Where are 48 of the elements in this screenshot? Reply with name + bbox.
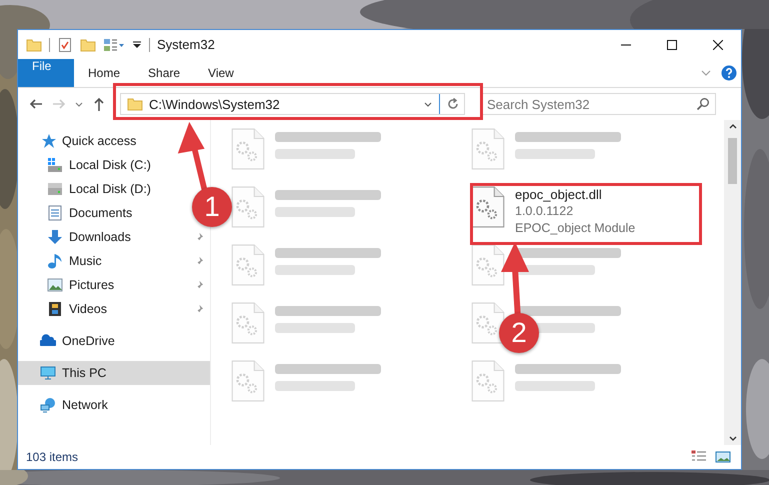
help-icon[interactable] <box>721 65 737 81</box>
expand-ribbon-icon[interactable] <box>701 68 711 78</box>
file-detail: 1.0.0.1122 <box>515 203 574 220</box>
file-name: epoc_object.dll <box>515 186 603 203</box>
nav-item[interactable]: Pictures <box>18 273 210 297</box>
nav-item[interactable]: Quick access <box>18 129 210 153</box>
cloud-icon <box>40 333 56 349</box>
view-dropdown-icon[interactable] <box>103 36 125 52</box>
item-count: 103 items <box>26 450 78 464</box>
music-icon <box>47 253 63 269</box>
nav-item[interactable]: Documents <box>18 201 136 225</box>
system-drive-icon <box>47 157 63 173</box>
ribbon-tab[interactable]: View <box>194 59 248 87</box>
properties-icon[interactable] <box>57 36 73 52</box>
network-icon <box>40 397 56 413</box>
downloads-icon <box>47 229 63 245</box>
star-icon <box>40 133 56 149</box>
nav-item[interactable]: This PC <box>18 361 210 385</box>
pictures-icon <box>47 277 63 293</box>
scrollbar[interactable] <box>724 120 741 445</box>
close-icon[interactable] <box>713 40 723 50</box>
videos-icon <box>47 301 63 317</box>
nav-item[interactable]: Local Disk (C:) <box>18 153 155 177</box>
customize-caret-icon[interactable] <box>132 40 142 50</box>
folder-icon <box>127 96 143 112</box>
drive-icon <box>47 181 63 197</box>
large-icons-view-icon[interactable] <box>715 449 731 465</box>
ribbon-tab[interactable]: Share <box>134 59 194 87</box>
address-field[interactable]: C:\Windows\System32 <box>120 93 465 115</box>
nav-item[interactable]: Network <box>18 393 210 417</box>
ribbon-tab[interactable]: File <box>18 59 74 87</box>
nav-item[interactable]: Downloads <box>18 225 210 249</box>
search-icon[interactable] <box>696 97 710 111</box>
file-detail: EPOC_object Module <box>515 220 636 237</box>
maximize-icon[interactable] <box>667 40 677 50</box>
nav-item[interactable]: Videos <box>18 297 210 321</box>
search-field[interactable]: Search System32 <box>480 93 716 115</box>
computer-icon <box>40 365 56 381</box>
scroll-thumb[interactable] <box>728 138 737 184</box>
ribbon-tab[interactable]: Home <box>74 59 134 87</box>
refresh-icon[interactable] <box>446 97 460 111</box>
window-title: System32 <box>157 37 215 52</box>
documents-icon <box>47 205 63 221</box>
nav-item[interactable]: Music <box>18 249 210 273</box>
nav-item[interactable]: OneDrive <box>18 329 210 353</box>
address-path: C:\Windows\System32 <box>149 96 281 112</box>
file-item[interactable]: epoc_object.dll 1.0.0.1122 EPOC_object Module <box>471 186 636 237</box>
nav-item[interactable]: Local Disk (D:) <box>18 177 155 201</box>
